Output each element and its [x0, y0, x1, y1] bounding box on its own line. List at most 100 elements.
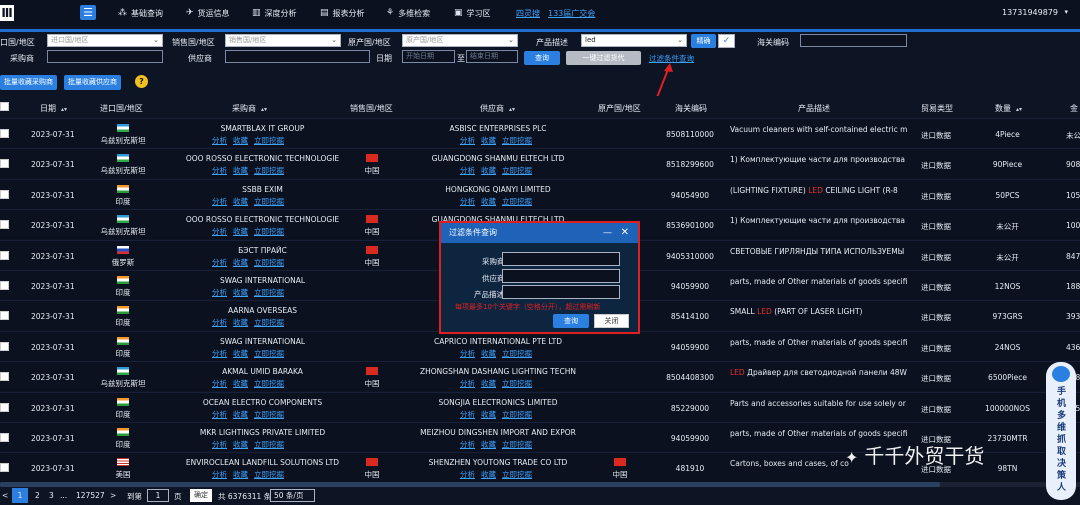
- row-action-favorite[interactable]: 收藏: [233, 470, 248, 479]
- row-action-mine[interactable]: 立即挖掘: [254, 440, 284, 449]
- row-action-mine[interactable]: 立即挖掘: [502, 410, 532, 419]
- user-phone[interactable]: 13731949879: [1002, 8, 1058, 17]
- row-action-analyze[interactable]: 分析: [212, 470, 227, 479]
- dialog-close-button[interactable]: 关闭: [594, 314, 629, 328]
- row-action-analyze[interactable]: 分析: [212, 197, 227, 206]
- page-1-button[interactable]: 1: [12, 488, 28, 503]
- hs-code-input[interactable]: [800, 34, 907, 47]
- row-action-analyze[interactable]: 分析: [460, 197, 475, 206]
- row-action-favorite[interactable]: 收藏: [233, 288, 248, 297]
- page-size-select[interactable]: 50 条/页: [270, 489, 315, 502]
- row-action-analyze[interactable]: 分析: [212, 136, 227, 145]
- cell-supplier[interactable]: ZHONGSHAN DASHANG LIGHTING TECHN: [398, 367, 598, 376]
- help-icon[interactable]: ?: [135, 75, 148, 88]
- cell-buyer[interactable]: БЭСТ ПРАЙС: [160, 246, 365, 255]
- row-action-analyze[interactable]: 分析: [212, 379, 227, 388]
- close-icon[interactable]: ✕: [621, 223, 629, 243]
- row-action-mine[interactable]: 立即挖掘: [254, 410, 284, 419]
- row-action-mine[interactable]: 立即挖掘: [254, 227, 284, 236]
- row-checkbox[interactable]: [0, 372, 9, 382]
- dialog-buyer-input[interactable]: [502, 252, 620, 266]
- row-action-analyze[interactable]: 分析: [212, 318, 227, 327]
- nav-learning[interactable]: ▣ 学习区: [454, 0, 491, 26]
- buyer-input[interactable]: [47, 50, 163, 63]
- nav-multi-search[interactable]: ⚘ 多维检索: [386, 0, 430, 26]
- row-action-analyze[interactable]: 分析: [460, 379, 475, 388]
- row-action-favorite[interactable]: 收藏: [233, 440, 248, 449]
- row-action-mine[interactable]: 立即挖掘: [254, 349, 284, 358]
- cell-buyer[interactable]: AARNA OVERSEAS: [160, 306, 365, 315]
- row-action-mine[interactable]: 立即挖掘: [254, 470, 284, 479]
- prev-page-button[interactable]: <: [2, 491, 8, 500]
- row-action-mine[interactable]: 立即挖掘: [254, 166, 284, 175]
- row-action-analyze[interactable]: 分析: [212, 410, 227, 419]
- row-action-analyze[interactable]: 分析: [212, 288, 227, 297]
- seller-region-select[interactable]: 销售国/地区 ⌄: [225, 34, 341, 47]
- row-checkbox[interactable]: [0, 463, 9, 473]
- row-action-mine[interactable]: 立即挖掘: [254, 288, 284, 297]
- row-action-mine[interactable]: 立即挖掘: [254, 318, 284, 327]
- row-action-analyze[interactable]: 分析: [212, 440, 227, 449]
- row-action-favorite[interactable]: 收藏: [481, 440, 496, 449]
- row-action-favorite[interactable]: 收藏: [481, 379, 496, 388]
- row-action-mine[interactable]: 立即挖掘: [502, 197, 532, 206]
- row-checkbox[interactable]: [0, 281, 9, 290]
- col-buyer[interactable]: 采购商 ▴▾: [232, 103, 267, 114]
- dialog-supplier-input[interactable]: [502, 269, 620, 283]
- row-checkbox[interactable]: [0, 311, 9, 321]
- page-2-button[interactable]: 2: [35, 491, 40, 500]
- nav-deep-analysis[interactable]: ▥ 深度分析: [252, 0, 297, 26]
- scrollbar-thumb[interactable]: [0, 482, 940, 487]
- search-button[interactable]: 查询: [524, 51, 560, 65]
- dialog-search-button[interactable]: 查询: [553, 314, 589, 328]
- row-action-mine[interactable]: 立即挖掘: [502, 136, 532, 145]
- row-action-analyze[interactable]: 分析: [212, 166, 227, 175]
- cell-supplier[interactable]: ASBISC ENTERPRISES PLC: [398, 124, 598, 133]
- row-checkbox[interactable]: [0, 402, 9, 412]
- row-action-mine[interactable]: 立即挖掘: [254, 197, 284, 206]
- cell-buyer[interactable]: OOO ROSSO ELECTRONIC TECHNOLOGIE: [160, 215, 365, 224]
- supplier-input[interactable]: [225, 50, 370, 63]
- row-action-favorite[interactable]: 收藏: [233, 258, 248, 267]
- mobile-decision-maker-widget[interactable]: 手机多维抓取决策人: [1046, 362, 1076, 500]
- app-logo[interactable]: Ⅲ: [0, 5, 14, 21]
- row-action-mine[interactable]: 立即挖掘: [254, 379, 284, 388]
- cell-supplier[interactable]: SHENZHEN YOUTONG TRADE CO LTD: [398, 458, 598, 467]
- select-all-checkbox[interactable]: [0, 102, 9, 111]
- row-action-analyze[interactable]: 分析: [460, 349, 475, 358]
- minimize-icon[interactable]: —: [603, 223, 612, 243]
- exact-checkbox[interactable]: ✓: [718, 34, 735, 48]
- filter-forwarder-button[interactable]: 一键过滤货代: [566, 51, 641, 65]
- start-date-input[interactable]: 开始日期: [402, 50, 455, 63]
- origin-region-select[interactable]: 原产国/地区 ⌄: [402, 34, 518, 47]
- row-checkbox[interactable]: [0, 189, 9, 199]
- nav-shipping-info[interactable]: ✈ 货运信息: [186, 0, 230, 26]
- menu-toggle-button[interactable]: ☰: [80, 5, 96, 20]
- row-checkbox[interactable]: [0, 433, 9, 442]
- exact-match-button[interactable]: 精确: [691, 34, 716, 48]
- cell-supplier[interactable]: SONGJIA ELECTRONICS LIMITED: [398, 398, 598, 407]
- row-action-favorite[interactable]: 收藏: [233, 197, 248, 206]
- row-action-analyze[interactable]: 分析: [460, 166, 475, 175]
- row-action-analyze[interactable]: 分析: [212, 227, 227, 236]
- col-supplier[interactable]: 供应商 ▴▾: [480, 103, 515, 114]
- row-action-mine[interactable]: 立即挖掘: [502, 349, 532, 358]
- cell-buyer[interactable]: SSBB EXIM: [160, 185, 365, 194]
- row-action-mine[interactable]: 立即挖掘: [254, 258, 284, 267]
- row-action-favorite[interactable]: 收藏: [481, 410, 496, 419]
- importer-region-select[interactable]: 进口国/地区 ⌄: [47, 34, 163, 47]
- row-action-favorite[interactable]: 收藏: [481, 197, 496, 206]
- row-action-favorite[interactable]: 收藏: [481, 349, 496, 358]
- caret-down-icon[interactable]: ▾: [1064, 8, 1068, 16]
- col-quantity[interactable]: 数量 ▴▾: [995, 103, 1022, 114]
- row-checkbox[interactable]: [0, 250, 9, 260]
- goto-confirm-button[interactable]: 确定: [190, 489, 212, 502]
- cell-buyer[interactable]: SWAG INTERNATIONAL: [160, 276, 365, 285]
- cell-buyer[interactable]: OOO ROSSO ELECTRONIC TECHNOLOGIE: [160, 154, 365, 163]
- row-checkbox[interactable]: [0, 220, 9, 230]
- cell-supplier[interactable]: GUANGDONG SHANMU ELTECH LTD: [398, 154, 598, 163]
- row-checkbox[interactable]: [0, 159, 9, 169]
- row-action-mine[interactable]: 立即挖掘: [502, 166, 532, 175]
- row-action-favorite[interactable]: 收藏: [233, 136, 248, 145]
- row-checkbox[interactable]: [0, 341, 9, 351]
